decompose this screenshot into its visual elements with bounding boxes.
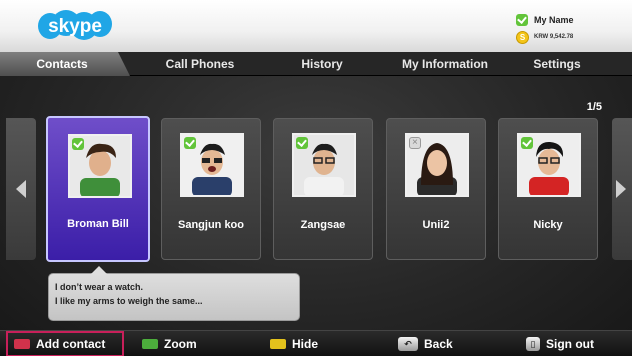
mood-message-bubble: I don’t wear a watch. I like my arms to … bbox=[48, 266, 300, 321]
hide-button[interactable]: Hide bbox=[270, 331, 318, 356]
back-label: Back bbox=[424, 337, 453, 351]
tab-settings[interactable]: Settings bbox=[512, 52, 602, 76]
page-indicator: 1/5 bbox=[586, 101, 602, 113]
contact-name: Broman Bill bbox=[67, 218, 129, 230]
back-button[interactable]: ↶ Back bbox=[398, 331, 453, 356]
scroll-left-arrow-icon[interactable] bbox=[6, 118, 36, 260]
offline-status-icon bbox=[409, 137, 421, 149]
yellow-key-icon bbox=[270, 339, 286, 349]
header: skype My Name S KRW 9,542.78 bbox=[0, 0, 632, 52]
online-status-icon bbox=[184, 137, 196, 149]
online-status-icon bbox=[72, 138, 84, 150]
contact-name: Nicky bbox=[533, 219, 563, 231]
red-key-icon bbox=[14, 339, 30, 349]
credit-balance: KRW 9,542.78 bbox=[534, 34, 574, 40]
contact-card[interactable]: Zangsae bbox=[273, 118, 373, 260]
tab-bar: Contacts Call Phones History My Informat… bbox=[0, 52, 632, 76]
remote-key-hint-bar: Add contact Zoom Hide ↶ Back ▯ Sign out bbox=[0, 330, 632, 356]
logo-text: skype bbox=[48, 16, 102, 37]
contact-card[interactable]: Unii2 bbox=[386, 118, 486, 260]
contact-card[interactable]: Broman Bill bbox=[46, 116, 150, 262]
hide-label: Hide bbox=[292, 337, 319, 351]
scroll-right-arrow-icon[interactable] bbox=[612, 118, 632, 260]
sign-out-button[interactable]: ▯ Sign out bbox=[526, 331, 594, 356]
tab-history[interactable]: History bbox=[272, 52, 372, 76]
skype-logo: skype bbox=[38, 10, 112, 40]
mood-message-line-1: I don’t wear a watch. bbox=[55, 282, 144, 292]
green-key-icon bbox=[142, 339, 158, 349]
exit-door-icon: ▯ bbox=[526, 337, 540, 351]
contact-name: Sangjun koo bbox=[178, 219, 244, 231]
contact-card[interactable]: Sangjun koo bbox=[161, 118, 261, 260]
skype-credit-icon: S bbox=[516, 31, 529, 44]
user-account-panel: My Name S KRW 9,542.78 bbox=[514, 12, 624, 46]
contact-name: Zangsae bbox=[300, 219, 346, 231]
online-status-icon bbox=[296, 137, 308, 149]
tab-call-phones[interactable]: Call Phones bbox=[140, 52, 260, 76]
add-contact-label: Add contact bbox=[36, 337, 106, 351]
zoom-label: Zoom bbox=[164, 337, 197, 351]
contact-name: Unii2 bbox=[422, 219, 450, 231]
add-contact-button[interactable]: Add contact bbox=[6, 331, 124, 356]
back-arrow-icon: ↶ bbox=[398, 337, 418, 351]
contact-card[interactable]: Nicky bbox=[498, 118, 598, 260]
online-status-icon bbox=[521, 137, 533, 149]
skype-tv-screen: skype My Name S KRW 9,542.78 Contacts Ca… bbox=[0, 0, 632, 356]
online-status-icon bbox=[516, 14, 528, 26]
zoom-button[interactable]: Zoom bbox=[142, 331, 197, 356]
mood-message-line-2: I like my arms to weigh the same... bbox=[55, 296, 203, 306]
tab-contacts[interactable]: Contacts bbox=[0, 52, 130, 76]
user-name: My Name bbox=[534, 15, 574, 25]
sign-out-label: Sign out bbox=[546, 337, 594, 351]
tab-my-information[interactable]: My Information bbox=[385, 52, 505, 76]
